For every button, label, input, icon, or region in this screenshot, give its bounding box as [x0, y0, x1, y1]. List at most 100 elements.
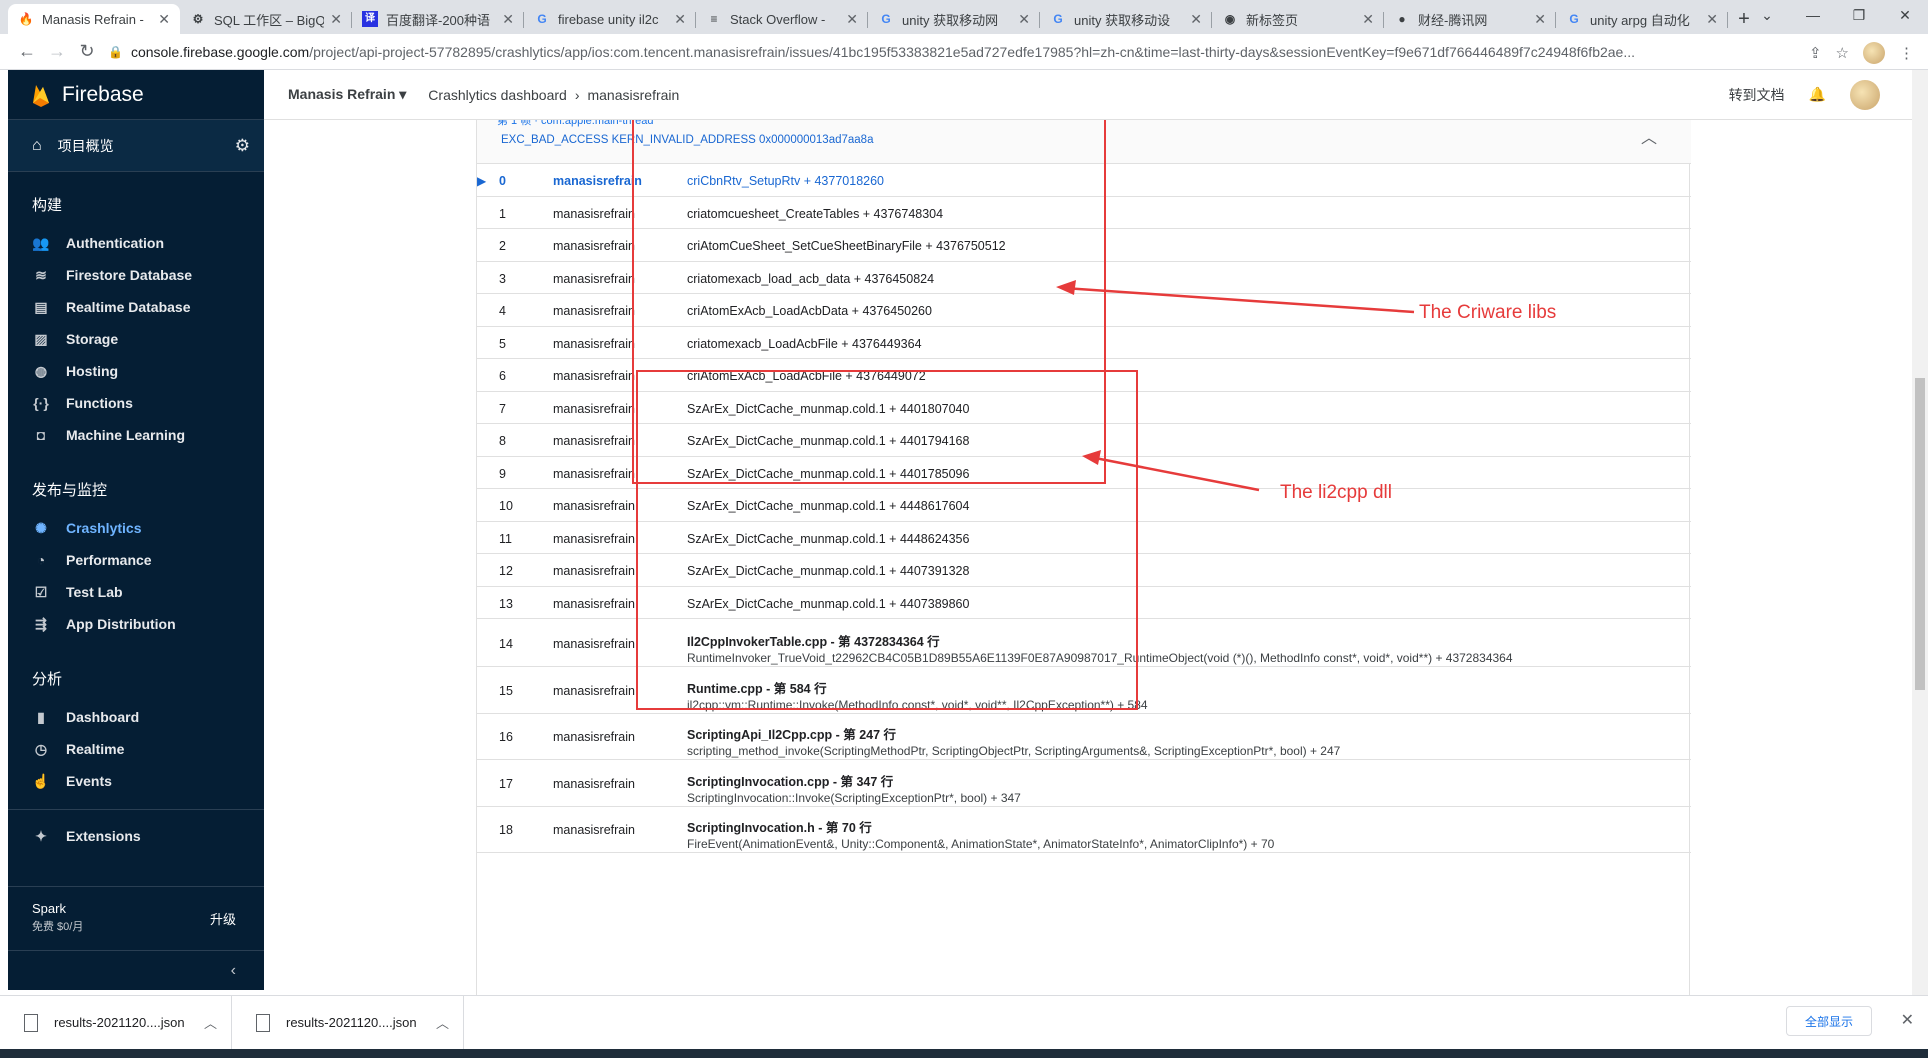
chevron-up-icon[interactable]: ︿ — [436, 1013, 449, 1032]
sidebar-item-realtime-database[interactable]: ▤ Realtime Database — [8, 291, 264, 323]
upgrade-button[interactable]: 升级 — [210, 909, 236, 928]
project-selector[interactable]: Manasis Refrain ▾ — [288, 86, 406, 103]
sidebar-item-firestore-database[interactable]: ≋ Firestore Database — [8, 259, 264, 291]
account-avatar[interactable] — [1850, 79, 1880, 110]
gauge-icon: ◔ — [36, 552, 46, 568]
sidebar-item-extensions[interactable]: ✦ Extensions — [8, 820, 264, 852]
browser-tab[interactable]: ◉ 新标签页 ✕ — [1212, 4, 1384, 34]
browser-tab[interactable]: 译百度翻译-200种语 ✕ — [352, 4, 524, 34]
tab-search-icon[interactable]: ⌄ — [1744, 0, 1790, 30]
frame-library: manasisrefrain — [553, 401, 635, 416]
tab-title: unity arpg 自动化 — [1590, 12, 1690, 28]
frame-library: manasisrefrain — [553, 776, 635, 791]
sidebar-item-test-lab[interactable]: ☑ Test Lab — [8, 576, 264, 608]
frame-number: 8 — [499, 434, 506, 448]
frame-library: manasisrefrain — [553, 434, 635, 448]
download-item[interactable]: results-2021120....json ︿ — [0, 995, 232, 1050]
sidebar-brand[interactable]: Firebase — [8, 70, 264, 120]
close-tab-icon[interactable]: ✕ — [330, 11, 342, 28]
page-scrollbar-thumb[interactable] — [1915, 378, 1925, 690]
close-tab-icon[interactable]: ✕ — [1706, 11, 1718, 28]
frame-number: 10 — [499, 499, 513, 513]
breadcrumb-crashlytics[interactable]: Crashlytics dashboard — [428, 87, 567, 103]
frame-library: manasisrefrain — [553, 239, 635, 253]
checklist-icon: ☑ — [34, 583, 48, 600]
minimize-button[interactable]: — — [1790, 0, 1836, 30]
reload-icon[interactable]: ↻ — [72, 41, 102, 62]
browser-tab[interactable]: ⚙ SQL 工作区 – BigQ ✕ — [180, 4, 352, 34]
touch-icon: ☝ — [32, 772, 50, 789]
sidebar-item-authentication[interactable]: 👥 Authentication — [8, 227, 264, 259]
close-tab-icon[interactable]: ✕ — [1190, 11, 1202, 28]
sidebar-item-realtime[interactable]: ◷ Realtime — [8, 733, 264, 765]
function-signature: scripting_method_invoke(ScriptingMethodP… — [687, 744, 1341, 758]
frame-library: manasisrefrain — [553, 531, 635, 546]
tab-title: Manasis Refrain - — [42, 11, 144, 27]
close-tab-icon[interactable]: ✕ — [1534, 11, 1546, 28]
bookmark-star-icon[interactable]: ☆ — [1836, 44, 1849, 62]
close-downloads-icon[interactable]: ✕ — [1901, 1010, 1914, 1030]
tab-title: unity 获取移动网 — [902, 12, 999, 28]
sidebar-item-label: App Distribution — [66, 616, 176, 632]
profile-avatar[interactable] — [1863, 42, 1885, 64]
menu-dots-icon[interactable]: ⋮ — [1899, 44, 1914, 62]
sidebar-section-title: 构建 — [32, 197, 63, 214]
close-tab-icon[interactable]: ✕ — [674, 11, 686, 28]
firebase-icon: 🔥 — [18, 12, 34, 26]
lock-icon[interactable]: 🔒 — [108, 45, 123, 59]
google-icon: G — [1569, 12, 1579, 26]
source-frame-row[interactable]: 18 manasisrefrain ScriptingInvocation.h - … — [477, 807, 1691, 853]
url-field[interactable]: 🔒 console.firebase.google.com/project/ap… — [108, 44, 1748, 60]
browser-tab[interactable]: 🔥 Manasis Refrain - ✕ — [8, 4, 180, 34]
browser-tab[interactable]: Gunity 获取移动网 ✕ — [868, 4, 1040, 34]
frame-number: 6 — [499, 369, 506, 383]
source-frame-row[interactable]: 17 manasisrefrain ScriptingInvocation.cpp … — [477, 761, 1691, 807]
sidebar-item-app-distribution[interactable]: ⇶ App Distribution — [8, 608, 264, 640]
notification-bell-icon[interactable]: 🔔 — [1809, 86, 1826, 103]
browser-tab[interactable]: ≡ Stack Overflow - ✕ — [696, 4, 868, 34]
show-all-downloads-button[interactable]: 全部显示 — [1786, 1006, 1872, 1036]
sidebar-item-performance[interactable]: ◔ Performance — [8, 544, 264, 576]
close-tab-icon[interactable]: ✕ — [1362, 11, 1374, 28]
close-window-button[interactable]: ✕ — [1882, 0, 1928, 30]
docs-link[interactable]: 转到文档 — [1729, 85, 1785, 105]
sidebar-item-project-overview[interactable]: ⌂ 项目概览 ⚙ — [8, 120, 264, 172]
gear-icon[interactable]: ⚙ — [235, 136, 250, 156]
sidebar-item-hosting[interactable]: ◍ Hosting — [8, 355, 264, 387]
download-item[interactable]: results-2021120....json ︿ — [232, 995, 464, 1050]
file-icon — [256, 1013, 270, 1032]
browser-tab-bar: 🔥 Manasis Refrain - ✕ ⚙ SQL 工作区 – BigQ ✕ 译百度翻译… — [0, 0, 1928, 34]
sidebar-item-events[interactable]: ☝ Events — [8, 765, 264, 797]
collapse-sidebar-icon[interactable]: ‹ — [8, 950, 264, 990]
close-tab-icon[interactable]: ✕ — [502, 11, 514, 28]
frame-number: 16 — [499, 730, 513, 744]
sidebar-item-label: Authentication — [66, 235, 164, 251]
sidebar-item-machine-learning[interactable]: ◘ Machine Learning — [8, 419, 264, 451]
maximize-button[interactable]: ❐ — [1836, 0, 1882, 30]
il2cpp-annotation-box — [636, 370, 1138, 710]
sidebar-item-label: Test Lab — [66, 584, 123, 600]
sidebar-item-dashboard[interactable]: ▮ Dashboard — [8, 701, 264, 733]
forward-icon[interactable]: → — [42, 41, 72, 62]
close-tab-icon[interactable]: ✕ — [846, 11, 858, 28]
close-tab-icon[interactable]: ✕ — [1018, 11, 1030, 28]
page-scrollbar[interactable] — [1912, 70, 1928, 995]
frame-library: manasisrefrain — [553, 499, 635, 513]
sidebar-item-functions[interactable]: {·} Functions — [8, 387, 264, 419]
sidebar-item-crashlytics[interactable]: ✺ Crashlytics — [8, 512, 264, 544]
browser-tab[interactable]: Gunity 获取移动设 ✕ — [1040, 4, 1212, 34]
browser-tab[interactable]: ● 财经-腾讯网 ✕ — [1384, 4, 1556, 34]
gear-icon: ⚙ — [192, 12, 204, 26]
source-frame-row[interactable]: 16 manasisrefrain ScriptingApi_Il2Cpp.cpp … — [477, 714, 1691, 760]
sidebar-item-storage[interactable]: ▨ Storage — [8, 323, 264, 355]
thread-label: 第 1 帧 · com.apple.main-thread — [497, 120, 654, 127]
breadcrumb-app[interactable]: manasisrefrain — [587, 87, 679, 103]
browser-tab[interactable]: Gunity arpg 自动化 ✕ — [1556, 4, 1728, 34]
close-tab-icon[interactable]: ✕ — [158, 11, 170, 28]
chevron-up-icon[interactable]: ︿ — [204, 1013, 217, 1032]
browser-tab[interactable]: Gfirebase unity il2c ✕ — [524, 4, 696, 34]
share-icon[interactable]: ⇪ — [1809, 44, 1822, 62]
chevron-up-icon[interactable]: ︿ — [1641, 124, 1657, 148]
back-icon[interactable]: ← — [12, 41, 42, 62]
